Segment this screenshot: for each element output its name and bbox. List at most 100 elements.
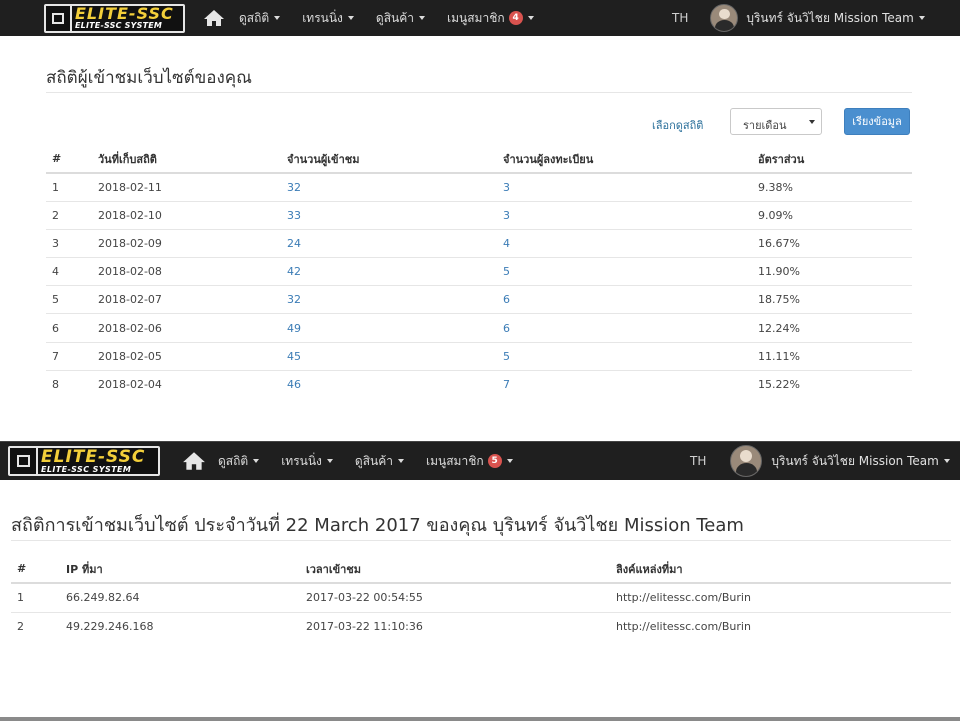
sort-data-button[interactable]: เรียงข้อมูล (844, 108, 910, 135)
cell-registrations[interactable]: 3 (497, 173, 752, 202)
period-select[interactable]: รายเดือน (730, 108, 822, 135)
table-row: 5 2018-02-07 32 6 18.75% (46, 285, 912, 315)
top-navbar: ELITE-SSC ELITE-SSC SYSTEM ดูสถิติ เทรนน… (0, 0, 960, 36)
notification-badge: 5 (487, 454, 502, 468)
window-bottom-edge (0, 717, 960, 721)
caret-down-icon (918, 16, 925, 20)
user-menu[interactable]: บุรินทร์ จันวิไชย Mission Team (771, 452, 950, 471)
home-icon[interactable] (182, 451, 206, 471)
table-row: 2 49.229.246.168 2017-03-22 11:10:36 http:/… (11, 612, 951, 641)
caret-down-icon (527, 16, 534, 20)
caret-down-icon (419, 16, 426, 20)
cell-time: 2017-03-22 11:10:36 (306, 620, 423, 634)
cell-registrations[interactable]: 7 (497, 370, 752, 398)
cell-registrations[interactable]: 4 (497, 229, 752, 259)
col-header-ratio: อัตราส่วน (752, 145, 912, 174)
cell-referrer: http://elitessc.com/Burin (610, 583, 951, 613)
cell-ratio: 11.90% (752, 257, 912, 287)
cell-registrations[interactable]: 6 (497, 313, 752, 343)
page-title: สถิติผู้เข้าชมเว็บไซต์ของคุณ (46, 68, 252, 88)
cell-index: 4 (46, 257, 92, 287)
avatar[interactable] (710, 4, 739, 32)
menu-member[interactable]: เมนูสมาชิก 4 (447, 9, 534, 28)
table-row: 7 2018-02-05 45 5 11.11% (46, 342, 912, 371)
elite-ssc-logo[interactable]: ELITE-SSC ELITE-SSC SYSTEM (44, 3, 185, 33)
cell-index: 7 (46, 342, 92, 371)
avatar[interactable] (730, 445, 763, 477)
table-row: 8 2018-02-04 46 7 15.22% (46, 370, 912, 398)
menu-training[interactable]: เทรนนิ่ง (281, 452, 333, 471)
table-row: 6 2018-02-06 49 6 12.24% (46, 313, 912, 343)
cell-ratio: 11.11% (752, 342, 912, 371)
cell-visitors[interactable]: 33 (281, 201, 497, 230)
cell-index: 3 (46, 229, 92, 259)
cell-index: 2 (17, 620, 24, 634)
cell-date: 2018-02-09 (92, 229, 281, 259)
cell-index: 1 (46, 173, 92, 202)
logo-brand: ELITE-SSC (75, 4, 174, 23)
caret-down-icon (943, 459, 950, 463)
col-header-time: เวลาเข้าชม (300, 555, 610, 584)
daily-title: สถิติการเข้าชมเว็บไซต์ ประจำวันที่ 22 Ma… (11, 515, 744, 536)
col-header-visitors: จำนวนผู้เข้าชม (281, 145, 497, 174)
cell-date: 2018-02-10 (92, 201, 281, 230)
main-menu: ดูสถิติ เทรนนิ่ง ดูสินค้า เมนูสมาชิก 4 (239, 9, 556, 28)
col-header-ip: IP ที่มา (60, 555, 300, 584)
cell-ratio: 12.24% (752, 313, 912, 343)
caret-down-icon (326, 459, 333, 463)
menu-statistics[interactable]: ดูสถิติ (218, 452, 260, 471)
cell-ratio: 9.09% (752, 201, 912, 230)
table-row: 3 2018-02-09 24 4 16.67% (46, 229, 912, 259)
col-header-registrations: จำนวนผู้ลงทะเบียน (497, 145, 752, 174)
cell-registrations[interactable]: 6 (497, 285, 752, 315)
menu-statistics[interactable]: ดูสถิติ (239, 9, 281, 28)
select-arrow-icon (809, 120, 815, 124)
logo-brand: ELITE-SSC (41, 446, 146, 467)
cell-registrations[interactable]: 5 (497, 257, 752, 287)
col-header-index: # (46, 145, 92, 174)
cell-index: 6 (46, 313, 92, 343)
table-row: 1 66.249.82.64 2017-03-22 00:54:55 http://e… (11, 583, 951, 613)
second-navbar: ELITE-SSC ELITE-SSC SYSTEM ดูสถิติ เทรนน… (0, 441, 960, 480)
menu-products[interactable]: ดูสินค้า (376, 9, 426, 28)
cell-date: 2018-02-06 (92, 313, 281, 343)
col-header-date: วันที่เก็บสถิติ (92, 145, 281, 174)
cell-visitors[interactable]: 49 (281, 313, 497, 343)
cell-ratio: 16.67% (752, 229, 912, 259)
cell-time: 2017-03-22 00:54:55 (300, 583, 610, 613)
cell-index: 2 (46, 201, 92, 230)
filter-label[interactable]: เลือกดูสถิติ (652, 116, 703, 134)
cell-index: 8 (52, 378, 59, 392)
cell-ip: 66.249.82.64 (60, 583, 300, 613)
logo-mark-icon (46, 5, 72, 31)
cell-index: 5 (46, 285, 92, 315)
caret-down-icon (347, 16, 354, 20)
logo-subtitle: ELITE-SSC SYSTEM (41, 464, 132, 474)
home-icon[interactable] (203, 9, 225, 27)
cell-date: 2018-02-05 (92, 342, 281, 371)
cell-registrations[interactable]: 3 (497, 201, 752, 230)
caret-down-icon (506, 459, 513, 463)
cell-visitors[interactable]: 24 (281, 229, 497, 259)
cell-visitors[interactable]: 42 (281, 257, 497, 287)
menu-training[interactable]: เทรนนิ่ง (302, 9, 354, 28)
cell-date: 2018-02-04 (98, 378, 162, 392)
cell-visitors[interactable]: 32 (281, 173, 497, 202)
cell-referrer: http://elitessc.com/Burin (616, 620, 751, 634)
cell-visitors[interactable]: 32 (281, 285, 497, 315)
menu-products[interactable]: ดูสินค้า (355, 452, 405, 471)
cell-visitors[interactable]: 46 (281, 370, 497, 398)
table-row: 1 2018-02-11 32 3 9.38% (46, 173, 912, 202)
user-menu[interactable]: บุรินทร์ จันวิไชย Mission Team (746, 9, 925, 28)
cell-ratio: 15.22% (758, 378, 800, 392)
cell-visitors[interactable]: 45 (281, 342, 497, 371)
menu-member[interactable]: เมนูสมาชิก 5 (426, 452, 513, 471)
cell-registrations[interactable]: 5 (497, 342, 752, 371)
cell-ip: 49.229.246.168 (66, 620, 154, 634)
language-switch[interactable]: TH (672, 11, 688, 25)
col-header-referrer: ลิงค์แหล่งที่มา (610, 555, 951, 584)
table-row: 4 2018-02-08 42 5 11.90% (46, 257, 912, 287)
elite-ssc-logo[interactable]: ELITE-SSC ELITE-SSC SYSTEM (8, 446, 160, 476)
caret-down-icon (398, 459, 405, 463)
language-switch[interactable]: TH (690, 454, 706, 468)
